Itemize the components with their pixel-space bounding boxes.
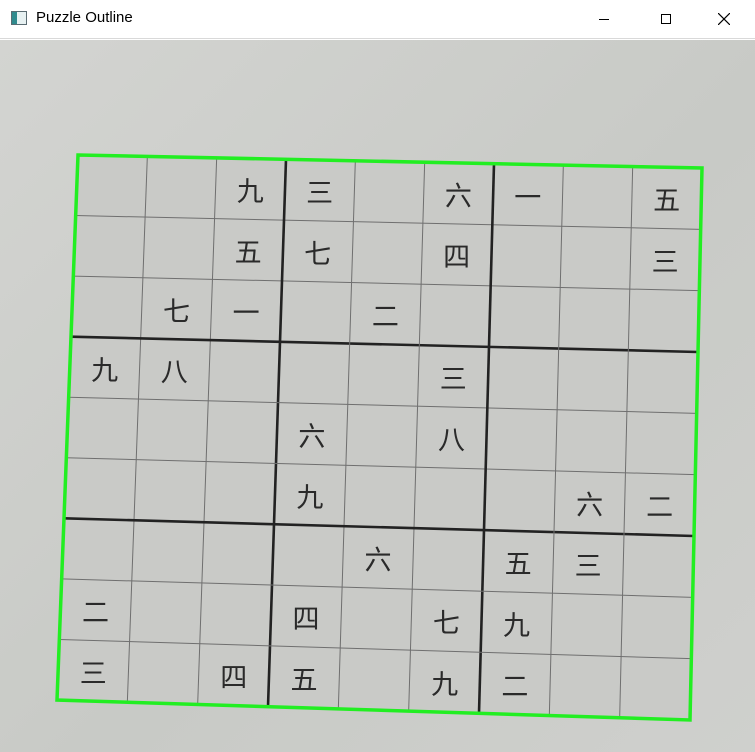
cell-digit: 五 — [653, 186, 680, 217]
minimize-button[interactable] — [575, 0, 633, 38]
minimize-icon — [599, 18, 609, 20]
cell-digit: 六 — [445, 182, 472, 213]
cell-digit: 四 — [443, 243, 470, 274]
title-bar: Puzzle Outline — [0, 0, 755, 39]
window-title: Puzzle Outline — [36, 9, 133, 26]
cell-digit: 七 — [163, 297, 190, 328]
cell-digit: 九 — [91, 356, 118, 387]
cell-digit: 一 — [514, 183, 541, 214]
close-icon — [718, 13, 730, 25]
image-view: 九三六一五五七四三七一二九八三六八九六二六五三二四七九三四五九二 — [0, 40, 755, 752]
maximize-icon — [661, 14, 671, 24]
cell-digit: 九 — [503, 611, 530, 642]
maximize-button[interactable] — [637, 0, 695, 38]
cell-digit: 六 — [298, 422, 325, 453]
cell-digit: 九 — [237, 177, 264, 208]
close-button[interactable] — [695, 0, 753, 38]
cell-digit: 五 — [235, 238, 262, 269]
cell-digit: 二 — [372, 302, 399, 333]
app-window-icon — [11, 11, 27, 25]
cell-digit: 五 — [291, 665, 318, 696]
cell-digit: 三 — [306, 179, 333, 210]
paper-area — [57, 155, 702, 720]
cell-digit: 四 — [292, 605, 319, 636]
cell-digit: 四 — [220, 663, 247, 694]
cell-digit: 三 — [80, 659, 107, 690]
cell-digit: 九 — [296, 483, 323, 514]
cell-digit: 三 — [575, 552, 602, 583]
cell-digit: 三 — [440, 365, 467, 396]
cell-digit: 七 — [304, 239, 331, 270]
cell-digit: 一 — [233, 299, 260, 330]
cell-digit: 八 — [438, 426, 465, 457]
cell-digit: 八 — [161, 358, 188, 389]
puzzle-photo: 九三六一五五七四三七一二九八三六 八九六二六五三二四七九三四五九二 — [55, 153, 704, 722]
cell-digit: 九 — [431, 670, 458, 701]
cell-digit: 六 — [576, 491, 603, 522]
cell-digit: 六 — [364, 546, 391, 577]
cell-digit: 二 — [646, 492, 673, 523]
cell-digit: 三 — [652, 247, 679, 278]
cell-digit: 二 — [82, 598, 109, 629]
cell-digit: 二 — [501, 672, 528, 703]
cell-digit: 五 — [505, 550, 532, 581]
cell-digit: 七 — [433, 609, 460, 640]
